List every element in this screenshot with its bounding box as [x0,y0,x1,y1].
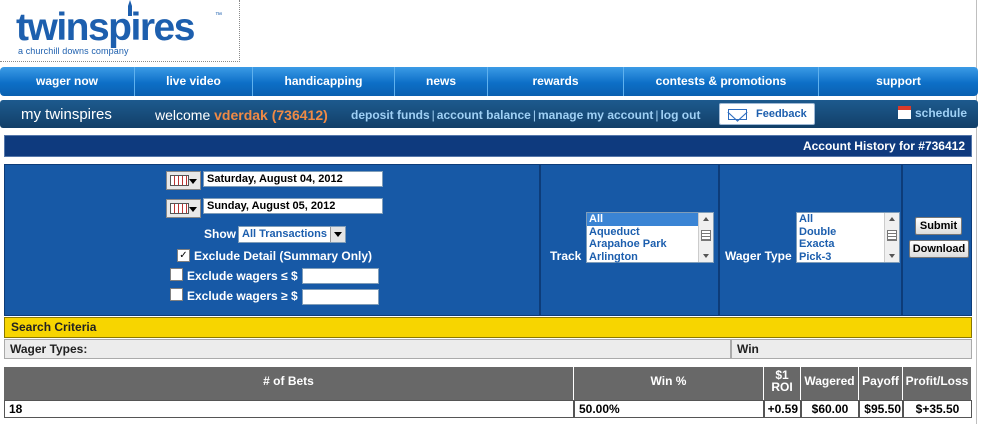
track-option[interactable]: Arlington [587,251,713,264]
page-right-border [976,0,977,424]
nav-live-video[interactable]: live video [135,67,253,96]
nav-support[interactable]: support [819,67,978,96]
scroll-down-icon [889,254,895,258]
deposit-funds-link[interactable]: deposit funds [351,108,430,122]
exclude-le-checkbox[interactable] [170,268,183,281]
wager-types-label: Wager Types: [4,339,731,359]
calendar-icon [170,203,189,214]
cell-roi: +0.59 [764,400,801,418]
scrollbar[interactable] [698,213,713,262]
chevron-down-icon [189,179,197,184]
col-roi: $1 ROI [764,367,801,400]
feedback-label: Feedback [756,108,807,120]
col-win-pct: Win % [574,367,764,400]
spire-icon [128,0,132,16]
nav-news[interactable]: news [395,67,488,96]
nav-rewards[interactable]: rewards [488,67,624,96]
wager-type-listbox[interactable]: All Double Exacta Pick-3 [796,212,900,263]
welcome-prefix: welcome [155,107,211,123]
exclude-le-label: Exclude wagers ≤ $ [187,269,298,283]
envelope-icon [728,109,747,120]
exclude-le-amount-input[interactable] [302,268,379,284]
col-roi-line2: ROI [771,380,793,394]
account-links: deposit funds | account balance | manage my … [351,108,700,122]
exclude-detail-label: Exclude Detail (Summary Only) [194,249,373,263]
col-profit-loss: Profit/Loss [903,367,972,400]
calendar-icon [170,175,189,186]
track-option[interactable]: All [587,213,713,226]
welcome-message: welcome vderdak (736412) [155,107,328,123]
exclude-detail-checkbox[interactable]: ✓ [177,249,190,262]
log-out-link[interactable]: log out [660,108,700,122]
account-history-header: Account History for #736412 [4,135,972,157]
logo-wordmark: twinspires [16,6,195,49]
scroll-up-icon [703,217,709,221]
feedback-button[interactable]: Feedback [719,103,815,125]
scroll-down-icon [703,254,709,258]
cell-payoff: $95.50 [859,400,903,418]
end-date-calendar-button[interactable] [166,199,201,218]
submit-button[interactable]: Submit [915,217,962,235]
scroll-thumb [701,230,711,241]
schedule-link[interactable]: schedule [898,106,967,120]
trademark-mark: ™ [215,12,222,19]
end-date-field[interactable]: Sunday, August 05, 2012 [203,198,383,214]
link-separator: | [532,108,536,122]
wager-type-label: Wager Type [725,249,792,263]
cell-win-pct: 50.00% [574,400,764,418]
account-bar: my twinspires welcome vderdak (736412) d… [0,100,978,128]
username: vderdak (736412) [214,107,328,123]
cell-wagered: $60.00 [801,400,859,418]
show-label: Show [204,227,236,241]
show-select[interactable]: All Transactions [238,226,346,243]
cell-profit-loss: $+35.50 [903,400,972,418]
my-twinspires-title[interactable]: my twinspires [21,106,112,123]
logo[interactable]: twinspires ™ a churchill downs company [0,0,240,62]
scroll-thumb [887,230,897,241]
track-option[interactable]: Aqueduct [587,226,713,239]
track-label: Track [550,249,582,263]
chevron-down-icon [330,227,345,242]
logo-tagline: a churchill downs company [18,46,129,56]
chevron-down-icon [189,207,197,212]
schedule-label: schedule [915,106,968,120]
exclude-ge-checkbox[interactable] [170,288,183,301]
scrollbar[interactable] [884,213,899,262]
cell-num-bets: 18 [4,400,574,418]
col-wagered: Wagered [801,367,859,400]
track-option[interactable]: Arapahoe Park [587,238,713,251]
nav-handicapping[interactable]: handicapping [253,67,395,96]
scroll-up-icon [889,217,895,221]
start-date-field[interactable]: Saturday, August 04, 2012 [203,171,383,187]
start-date-calendar-button[interactable] [166,171,201,190]
show-select-value: All Transactions [242,228,327,240]
track-listbox[interactable]: All Aqueduct Arapahoe Park Arlington [586,212,714,263]
exclude-ge-amount-input[interactable] [302,289,379,305]
nav-contests-promotions[interactable]: contests & promotions [624,67,819,96]
search-criteria-header: Search Criteria [4,317,972,338]
calendar-icon [898,106,911,119]
download-button[interactable]: Download [909,240,969,258]
nav-wager-now[interactable]: wager now [0,67,135,96]
main-nav: wager now live video handicapping news r… [0,67,978,96]
link-separator: | [431,108,435,122]
account-balance-link[interactable]: account balance [437,108,531,122]
manage-account-link[interactable]: manage my account [538,108,653,122]
wager-types-value: Win [731,339,972,359]
col-payoff: Payoff [859,367,903,400]
col-num-bets: # of Bets [4,367,574,400]
exclude-ge-label: Exclude wagers ≥ $ [187,289,298,303]
